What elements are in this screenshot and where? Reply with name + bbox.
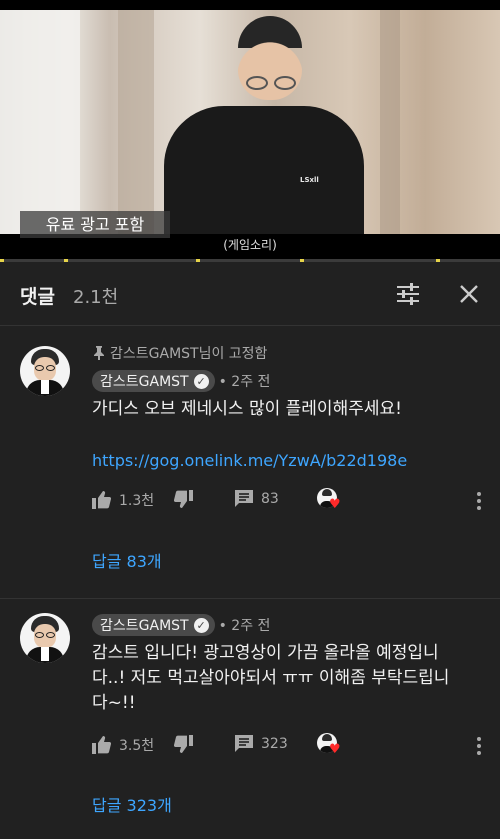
more-options-icon[interactable]	[474, 490, 484, 512]
comment-item: 감스트GAMST님이 고정함 감스트GAMST ✓ • 2주 전 가디스 오브 …	[0, 326, 500, 599]
heart-icon: ♥	[329, 497, 341, 512]
author-name: 감스트GAMST	[100, 374, 189, 390]
author-avatar[interactable]	[20, 346, 70, 396]
author-name: 감스트GAMST	[100, 618, 189, 634]
shirt-logo: LSxll	[300, 176, 319, 184]
reply-count: 323	[261, 735, 288, 752]
comment-time: • 2주 전	[218, 618, 271, 634]
comment-text: 가디스 오브 제네시스 많이 플레이해주세요!	[92, 399, 402, 419]
pinned-text: 감스트GAMST님이 고정함	[110, 346, 268, 362]
more-options-icon[interactable]	[474, 735, 484, 757]
view-replies-link[interactable]: 답글 323개	[92, 792, 172, 816]
thumbs-down-icon	[174, 735, 193, 753]
author-chip[interactable]: 감스트GAMST ✓	[92, 370, 215, 392]
video-caption: (게임소리)	[223, 238, 277, 252]
comment-actions: 3.5천 323 ♥	[92, 733, 492, 759]
background-wall	[0, 10, 80, 234]
creator-heart-badge: ♥	[317, 733, 343, 759]
reply-count: 83	[261, 490, 279, 507]
comment-item: 감스트GAMST ✓ • 2주 전 감스트 입니다! 광고영상이 가끔 올라올 …	[0, 599, 500, 839]
comment-text-line: 다..! 저도 먹고살아야되서 ㅠㅠ 이해좀 부탁드립니	[92, 668, 450, 688]
comment-icon	[235, 490, 253, 507]
comment-meta: 감스트GAMST ✓ • 2주 전	[92, 614, 270, 636]
comment-meta: 감스트GAMST ✓ • 2주 전	[92, 370, 270, 392]
comments-count: 2.1천	[73, 287, 119, 308]
like-button[interactable]: 1.3천	[92, 490, 154, 510]
like-count: 1.3천	[119, 493, 155, 509]
comment-text: 감스트 입니다! 광고영상이 가끔 올라올 예정입니 다..! 저도 먹고살아야…	[92, 641, 482, 716]
reply-button[interactable]: 323	[235, 735, 288, 752]
author-chip[interactable]: 감스트GAMST ✓	[92, 614, 215, 636]
thumbs-down-icon	[174, 490, 193, 508]
video-player[interactable]: LSxll 유료 광고 포함 (게임소리)	[0, 0, 500, 262]
thumbs-up-icon	[92, 736, 111, 754]
reply-button[interactable]: 83	[235, 490, 279, 507]
thumbs-up-icon	[92, 491, 111, 509]
paid-promotion-badge[interactable]: 유료 광고 포함	[20, 211, 170, 238]
person-glasses	[244, 76, 298, 92]
comment-text-line: 감스트 입니다! 광고영상이 가끔 올라올 예정입니	[92, 643, 439, 663]
dislike-button[interactable]	[174, 735, 193, 753]
pin-icon	[94, 346, 104, 360]
comment-time: • 2주 전	[218, 374, 271, 390]
dislike-button[interactable]	[174, 490, 193, 508]
heart-icon: ♥	[329, 742, 341, 757]
background-door-right	[380, 10, 400, 234]
comments-panel: 댓글 2.1천 감스트GAMST님이 고정함 감스트GAMST ✓ • 2주 전…	[0, 262, 500, 839]
author-avatar[interactable]	[20, 613, 70, 663]
creator-heart-badge: ♥	[317, 488, 343, 514]
comment-text-line: 다~!!	[92, 693, 136, 713]
comment-icon	[235, 735, 253, 752]
view-replies-link[interactable]: 답글 83개	[92, 548, 162, 572]
close-icon[interactable]	[455, 280, 483, 308]
sort-sliders-icon[interactable]	[394, 280, 422, 308]
like-button[interactable]: 3.5천	[92, 735, 154, 755]
comment-actions: 1.3천 83 ♥	[92, 488, 492, 514]
person-shirt	[164, 106, 364, 234]
like-count: 3.5천	[119, 738, 155, 754]
comments-title: 댓글	[20, 286, 55, 308]
verified-check-icon: ✓	[193, 617, 209, 633]
background-door	[118, 10, 154, 234]
video-frame[interactable]: LSxll	[0, 10, 500, 234]
verified-check-icon: ✓	[193, 373, 209, 389]
pinned-label: 감스트GAMST님이 고정함	[93, 343, 267, 363]
comments-header: 댓글 2.1천	[0, 262, 500, 326]
comment-link[interactable]: https://gog.onelink.me/YzwA/b22d198e	[92, 451, 407, 470]
